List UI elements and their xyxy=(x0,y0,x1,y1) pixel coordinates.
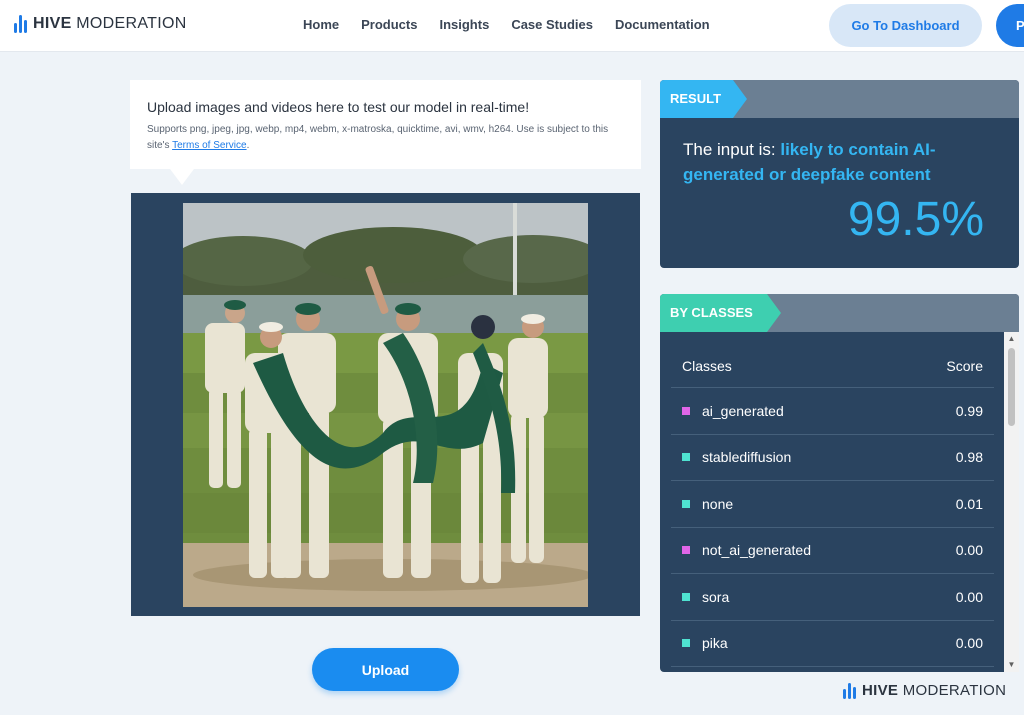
nav-home[interactable]: Home xyxy=(303,17,339,32)
scroll-thumb[interactable] xyxy=(1008,348,1015,426)
score-column-header: Score xyxy=(946,357,983,374)
classes-column-header: Classes xyxy=(682,357,732,374)
upload-info-title: Upload images and videos here to test ou… xyxy=(147,99,530,115)
class-row: none 0.01 xyxy=(671,481,994,528)
result-tag: RESULT xyxy=(660,80,748,118)
upload-button[interactable]: Upload xyxy=(312,648,459,691)
scroll-down-arrow-icon[interactable]: ▼ xyxy=(1004,658,1019,672)
class-score: 0.01 xyxy=(955,495,983,512)
terms-of-service-link[interactable]: Terms of Service xyxy=(172,140,246,151)
class-name: sora xyxy=(702,588,730,605)
result-statement: The input is: likely to contain AI-gener… xyxy=(683,140,936,184)
top-header: HIVE MODERATION Home Products Insights C… xyxy=(0,0,1024,52)
footer-logo-text: HIVE MODERATION xyxy=(862,681,1007,699)
upload-info-supports: Supports png, jpeg, jpg, webp, mp4, webm… xyxy=(147,124,609,151)
class-name: pika xyxy=(702,635,728,652)
nav-case-studies[interactable]: Case Studies xyxy=(511,17,593,32)
result-card: RESULT The input is: likely to contain A… xyxy=(660,80,1019,268)
class-name: ai_generated xyxy=(702,402,784,419)
upload-info-box: Upload images and videos here to test ou… xyxy=(130,80,641,185)
classes-scrollbar[interactable]: ▲ ▼ xyxy=(1004,332,1019,672)
class-name: stablediffusion xyxy=(702,449,792,466)
hive-logo[interactable]: HIVE MODERATION xyxy=(14,15,187,33)
uploaded-image-preview xyxy=(183,203,588,607)
bars-logo-icon xyxy=(843,681,856,699)
class-row: ai_generated 0.99 xyxy=(671,388,994,435)
class-row: stablediffusion 0.98 xyxy=(671,435,994,481)
class-color-marker xyxy=(682,499,690,508)
class-color-marker xyxy=(682,592,690,601)
class-color-marker xyxy=(682,453,690,462)
class-color-marker xyxy=(682,639,690,648)
go-to-dashboard-button[interactable]: Go To Dashboard xyxy=(829,4,982,47)
class-name: none xyxy=(702,495,734,512)
nav-insights[interactable]: Insights xyxy=(439,17,489,32)
class-row: not_ai_generated 0.00 xyxy=(671,528,994,574)
class-color-marker xyxy=(682,406,690,415)
by-classes-tag: BY CLASSES xyxy=(660,294,781,332)
class-score: 0.98 xyxy=(955,449,983,466)
header-cut-off-button[interactable]: P xyxy=(996,4,1024,47)
class-score: 0.00 xyxy=(955,542,983,559)
logo-text: HIVE MODERATION xyxy=(33,15,187,32)
nav-documentation[interactable]: Documentation xyxy=(615,17,710,32)
by-classes-card: BY CLASSES Classes Score ai_generated 0.… xyxy=(660,294,1019,672)
result-percentage: 99.5% xyxy=(847,193,984,246)
footer-hive-logo[interactable]: HIVE MODERATION xyxy=(843,681,1006,699)
result-card-header: RESULT xyxy=(660,80,1019,118)
class-name: not_ai_generated xyxy=(702,542,811,559)
classes-table: Classes Score ai_generated 0.99 stabledi… xyxy=(671,344,994,667)
class-color-marker xyxy=(682,546,690,555)
class-score: 0.00 xyxy=(955,635,983,652)
class-row: pika 0.00 xyxy=(671,621,994,667)
class-score: 0.99 xyxy=(955,402,983,419)
scroll-up-arrow-icon[interactable]: ▲ xyxy=(1004,332,1019,346)
classes-card-header: BY CLASSES xyxy=(660,294,1019,332)
main-nav: Home Products Insights Case Studies Docu… xyxy=(303,17,710,32)
nav-products[interactable]: Products xyxy=(361,17,417,32)
class-score: 0.00 xyxy=(955,588,983,605)
bars-logo-icon xyxy=(14,15,27,33)
class-row: sora 0.00 xyxy=(671,574,994,621)
classes-table-header: Classes Score xyxy=(671,344,994,388)
